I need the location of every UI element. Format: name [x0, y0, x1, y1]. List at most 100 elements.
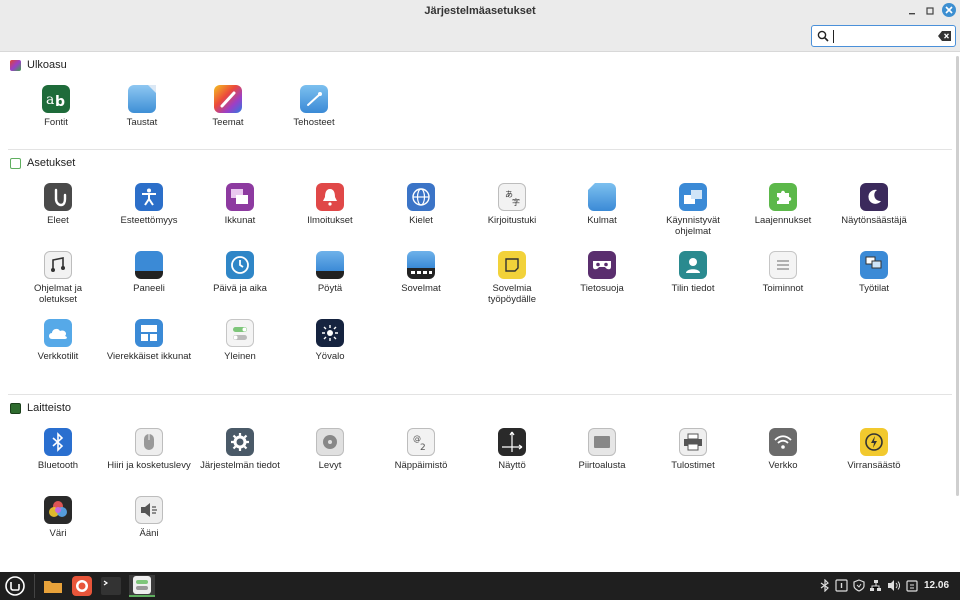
taskbar-clock[interactable]: 12.06	[924, 580, 949, 591]
hardware-section-icon	[10, 402, 21, 414]
settings-item-disks[interactable]: Levyt	[286, 428, 376, 488]
settings-item-startup-apps[interactable]: Käynnistyvät ohjelmat	[649, 183, 739, 243]
sticky-note-icon	[498, 251, 526, 279]
file-manager-launcher[interactable]	[42, 575, 64, 597]
minimize-button[interactable]	[905, 4, 919, 18]
settings-item-backgrounds[interactable]: Taustat	[98, 85, 188, 145]
search-input[interactable]	[832, 28, 932, 44]
settings-item-effects[interactable]: Tehosteet	[270, 85, 360, 145]
clear-search-icon[interactable]	[938, 31, 951, 41]
wifi-icon	[769, 428, 797, 456]
close-icon	[945, 6, 953, 14]
settings-item-online-accounts[interactable]: Verkkotilit	[14, 319, 104, 379]
clock-icon	[226, 251, 254, 279]
settings-item-panel[interactable]: Paneeli	[105, 251, 195, 311]
settings-item-accessibility[interactable]: Esteettömyys	[105, 183, 195, 243]
settings-content: Ulkoasu ab Fontit Taustat Teemat Tehoste…	[0, 52, 960, 572]
firefox-icon	[72, 576, 92, 596]
startup-icon	[679, 183, 707, 211]
hand-icon	[44, 183, 72, 211]
maximize-button[interactable]	[923, 4, 937, 18]
taskbar: 12.06	[0, 572, 960, 600]
terminal-launcher[interactable]	[100, 575, 122, 597]
settings-item-desklets[interactable]: Sovelmia työpöydälle	[468, 251, 558, 311]
settings-item-hot-corners[interactable]: Kulmat	[558, 183, 648, 243]
section-separator	[8, 149, 952, 150]
update-tray-icon[interactable]	[835, 579, 848, 592]
section-hardware: Laitteisto	[10, 400, 71, 416]
section-separator	[8, 394, 952, 395]
workspaces-icon	[860, 251, 888, 279]
shield-tray-icon[interactable]	[852, 579, 865, 592]
settings-item-notifications[interactable]: Ilmoitukset	[286, 183, 376, 243]
terminal-icon	[101, 577, 121, 595]
system-settings-task[interactable]	[129, 575, 155, 597]
section-appearance: Ulkoasu	[10, 57, 67, 73]
settings-item-fonts[interactable]: ab Fontit	[12, 85, 102, 145]
scrollbar[interactable]	[956, 56, 959, 496]
text-caret	[833, 30, 834, 43]
settings-item-preferred-apps[interactable]: Ohjelmat ja oletukset	[14, 251, 104, 311]
settings-item-gestures[interactable]: Eleet	[14, 183, 104, 243]
settings-item-workspaces[interactable]: Työtilat	[830, 251, 920, 311]
settings-item-themes[interactable]: Teemat	[184, 85, 274, 145]
maximize-icon	[926, 7, 934, 15]
titlebar: Järjestelmäasetukset	[0, 0, 960, 52]
settings-item-sound[interactable]: Ääni	[105, 496, 195, 556]
settings-item-desktop[interactable]: Pöytä	[286, 251, 376, 311]
settings-item-keyboard[interactable]: @2 Näppäimistö	[377, 428, 467, 488]
settings-item-account[interactable]: Tilin tiedot	[649, 251, 739, 311]
keyboard-icon: @2	[407, 428, 435, 456]
moon-icon	[860, 183, 888, 211]
disk-icon	[316, 428, 344, 456]
color-wheel-icon	[44, 496, 72, 524]
settings-item-date-time[interactable]: Päivä ja aika	[196, 251, 286, 311]
settings-item-drawing-tablet[interactable]: Piirtoalusta	[558, 428, 648, 488]
close-button[interactable]	[942, 3, 956, 17]
backgrounds-icon	[128, 85, 156, 113]
power-icon	[860, 428, 888, 456]
settings-item-display[interactable]: Näyttö	[468, 428, 558, 488]
settings-item-applets[interactable]: Sovelmat	[377, 251, 467, 311]
settings-item-extensions[interactable]: Laajennukset	[739, 183, 829, 243]
volume-tray-icon[interactable]	[887, 579, 900, 592]
effects-icon	[300, 85, 328, 113]
settings-item-color[interactable]: Väri	[14, 496, 104, 556]
settings-item-windows[interactable]: Ikkunat	[196, 183, 286, 243]
settings-window: Järjestelmäasetukset Ulkoasu ab Fontit T…	[0, 0, 960, 572]
folder-icon	[44, 581, 62, 593]
bluetooth-tray-icon[interactable]	[818, 579, 831, 592]
clipboard-tray-icon[interactable]	[905, 579, 918, 592]
settings-item-window-tiling[interactable]: Vierekkäiset ikkunat	[105, 319, 195, 379]
network-tray-icon[interactable]	[869, 579, 882, 592]
search-field[interactable]	[811, 25, 956, 47]
music-note-icon	[44, 251, 72, 279]
settings-item-printers[interactable]: Tulostimet	[649, 428, 739, 488]
settings-item-general[interactable]: Yleinen	[196, 319, 286, 379]
menu-button[interactable]	[4, 575, 26, 597]
settings-item-night-light[interactable]: Yövalo	[286, 319, 376, 379]
windows-icon	[226, 183, 254, 211]
firefox-launcher[interactable]	[71, 575, 93, 597]
section-title: Asetukset	[27, 157, 76, 169]
settings-item-system-info[interactable]: Järjestelmän tiedot	[196, 428, 286, 488]
display-icon	[498, 428, 526, 456]
window-title: Järjestelmäasetukset	[424, 5, 536, 17]
sun-icon	[316, 319, 344, 347]
user-icon	[679, 251, 707, 279]
settings-item-screensaver[interactable]: Näytönsäästäjä	[830, 183, 920, 243]
mask-icon	[588, 251, 616, 279]
settings-item-privacy[interactable]: Tietosuoja	[558, 251, 648, 311]
settings-item-bluetooth[interactable]: Bluetooth	[14, 428, 104, 488]
settings-item-languages[interactable]: Kielet	[377, 183, 467, 243]
settings-item-network[interactable]: Verkko	[739, 428, 829, 488]
bluetooth-icon	[44, 428, 72, 456]
speaker-icon	[135, 496, 163, 524]
settings-item-power[interactable]: Virransäästö	[830, 428, 920, 488]
svg-text:@: @	[413, 434, 421, 443]
settings-item-actions[interactable]: Toiminnot	[739, 251, 829, 311]
svg-text:字: 字	[512, 197, 520, 206]
settings-item-mouse-touchpad[interactable]: Hiiri ja kosketuslevy	[105, 428, 195, 488]
applets-icon	[407, 251, 435, 279]
settings-item-input-method[interactable]: あ字 Kirjoitustuki	[468, 183, 558, 243]
